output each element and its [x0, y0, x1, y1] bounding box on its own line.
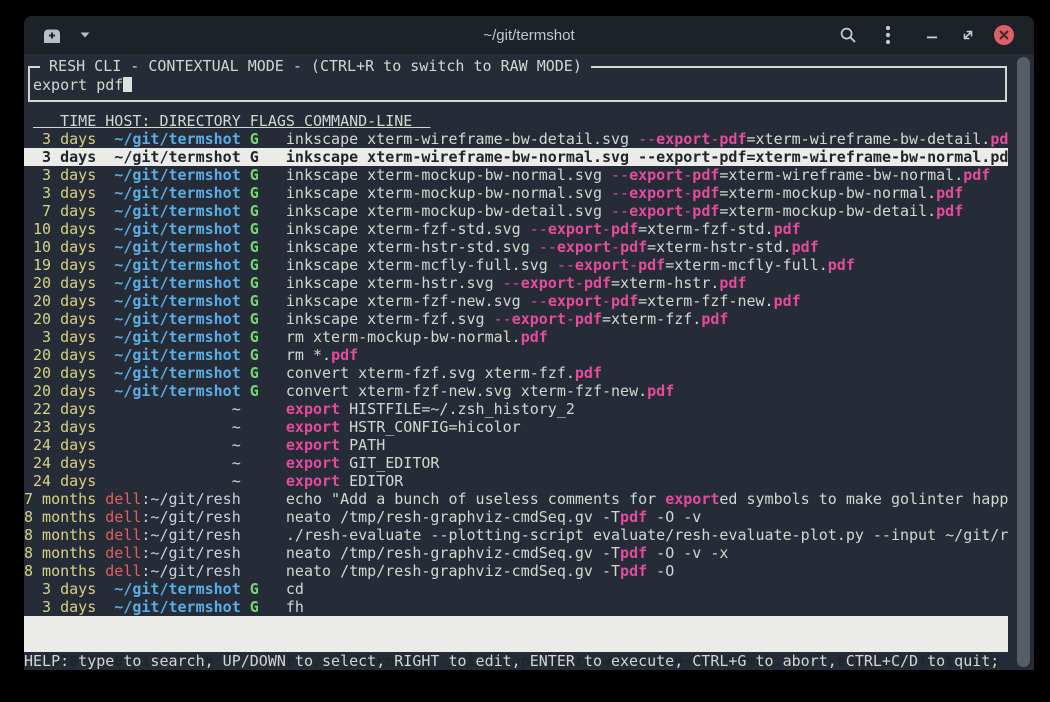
history-row[interactable]: 24 days ~ export EDITOR [24, 472, 1008, 490]
terminal-window: ~/git/termshot [24, 16, 1034, 670]
history-row[interactable]: 7 days ~/git/termshot G inkscape xterm-m… [24, 202, 1008, 220]
history-row[interactable]: 20 days ~/git/termshot G rm *.pdf [24, 346, 1008, 364]
history-row[interactable]: 23 days ~ export HSTR_CONFIG=hicolor [24, 418, 1008, 436]
desktop-background: ~/git/termshot [0, 0, 1050, 702]
history-row[interactable]: 8 months dell:~/git/resh ./resh-evaluate… [24, 526, 1008, 544]
history-row[interactable]: 3 days ~/git/termshot G inkscape xterm-m… [24, 184, 1008, 202]
history-row[interactable]: 20 days ~/git/termshot G inkscape xterm-… [24, 292, 1008, 310]
history-row[interactable]: 20 days ~/git/termshot G inkscape xterm-… [24, 274, 1008, 292]
text-cursor [123, 77, 132, 92]
history-row[interactable]: 3 days ~/git/termshot G inkscape xterm-m… [24, 166, 1008, 184]
search-icon [839, 26, 857, 44]
status-bar: 2020-05-07 17:17:28 tower:~/git/termshot… [24, 616, 1008, 652]
scrollbar[interactable] [1017, 57, 1030, 667]
minimize-icon [925, 28, 939, 42]
history-row[interactable]: 3 days ~/git/termshot G inkscape xterm-w… [24, 148, 1008, 166]
history-list: 3 days ~/git/termshot G inkscape xterm-w… [24, 130, 1008, 616]
minimize-button[interactable] [920, 22, 944, 48]
terminal-content: RESH CLI - CONTEXTUAL MODE - (CTRL+R to … [24, 54, 1034, 670]
table-header: TIME HOST: DIRECTORY FLAGS COMMAND-LINE [24, 112, 430, 130]
titlebar[interactable]: ~/git/termshot [24, 16, 1034, 54]
history-row[interactable]: 8 months dell:~/git/resh neato /tmp/resh… [24, 508, 1008, 526]
menu-button[interactable] [876, 22, 900, 48]
history-row[interactable]: 3 days ~/git/termshot G rm xterm-mockup-… [24, 328, 1008, 346]
history-row[interactable]: 10 days ~/git/termshot G inkscape xterm-… [24, 238, 1008, 256]
history-row[interactable]: 20 days ~/git/termshot G inkscape xterm-… [24, 310, 1008, 328]
titlebar-right-controls [836, 22, 1014, 48]
table-header-labels: TIME HOST: DIRECTORY FLAGS COMMAND-LINE [33, 112, 430, 130]
history-row[interactable]: 8 months dell:~/git/resh neato /tmp/resh… [24, 562, 1008, 580]
help-bar: HELP: type to search, UP/DOWN to select,… [24, 652, 999, 670]
history-row[interactable]: 19 days ~/git/termshot G inkscape xterm-… [24, 256, 1008, 274]
history-row[interactable]: 20 days ~/git/termshot G convert xterm-f… [24, 364, 1008, 382]
kebab-menu-icon [885, 25, 891, 45]
restore-button[interactable] [956, 22, 980, 48]
history-row[interactable]: 10 days ~/git/termshot G inkscape xterm-… [24, 220, 1008, 238]
search-box-title: RESH CLI - CONTEXTUAL MODE - (CTRL+R to … [40, 57, 591, 75]
close-button[interactable] [994, 25, 1014, 45]
history-row[interactable]: 3 days ~/git/termshot G inkscape xterm-w… [24, 130, 1008, 148]
history-row[interactable]: 24 days ~ export GIT_EDITOR [24, 454, 1008, 472]
history-row[interactable]: 24 days ~ export PATH [24, 436, 1008, 454]
close-icon [999, 30, 1009, 40]
history-row[interactable]: 8 months dell:~/git/resh neato /tmp/resh… [24, 544, 1008, 562]
search-box-frame: RESH CLI - CONTEXTUAL MODE - (CTRL+R to … [28, 66, 1007, 102]
history-row[interactable]: 7 months dell:~/git/resh echo "Add a bun… [24, 490, 1008, 508]
restore-icon [961, 28, 975, 42]
search-query: export pdf [33, 76, 123, 94]
history-row[interactable]: 3 days ~/git/termshot G fh [24, 598, 1008, 616]
history-row[interactable]: 20 days ~/git/termshot G convert xterm-f… [24, 382, 1008, 400]
history-row[interactable]: 3 days ~/git/termshot G cd [24, 580, 1008, 598]
search-input[interactable]: export pdf [33, 76, 132, 94]
history-row[interactable]: 22 days ~ export HISTFILE=~/.zsh_history… [24, 400, 1008, 418]
search-button[interactable] [836, 22, 860, 48]
